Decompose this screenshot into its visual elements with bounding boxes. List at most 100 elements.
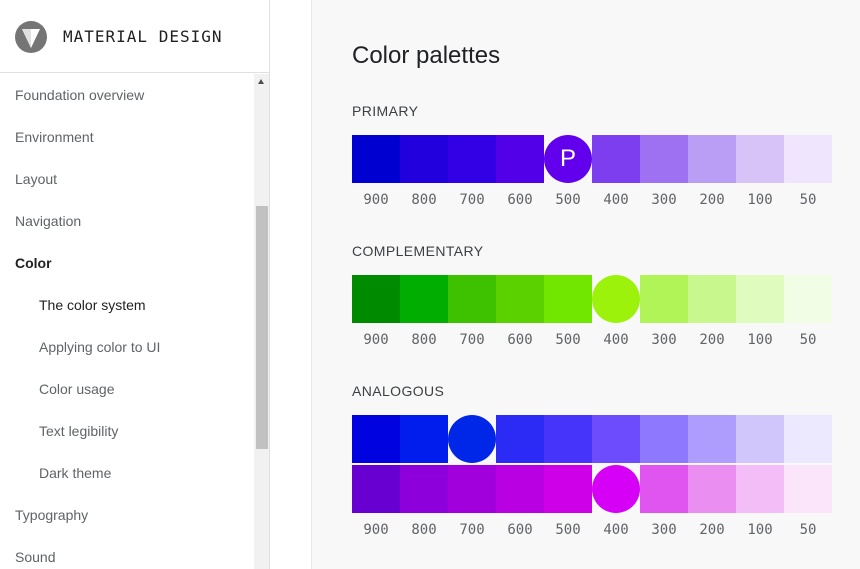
swatch-analogous-1-300[interactable] <box>640 415 688 463</box>
swatch-analogous-1-700[interactable] <box>448 415 496 463</box>
swatch-analogous-1-400[interactable] <box>592 415 640 463</box>
swatch-complementary-50[interactable] <box>784 275 832 323</box>
key-color-circle[interactable] <box>448 415 496 463</box>
palette-row-analogous-1 <box>352 415 832 463</box>
shade-label-complementary-600: 600 <box>507 332 533 348</box>
sidebar-item-color-usage[interactable]: Color usage <box>39 381 115 397</box>
shade-label-complementary-300: 300 <box>651 332 677 348</box>
swatch-complementary-100[interactable] <box>736 275 784 323</box>
swatch-primary-900[interactable] <box>352 135 400 183</box>
shade-label-primary-800: 800 <box>411 192 437 208</box>
sidebar: MATERIAL DESIGN Foundation overview Envir… <box>0 0 270 569</box>
swatch-primary-600[interactable] <box>496 135 544 183</box>
swatch-analogous-1-800[interactable] <box>400 415 448 463</box>
sidebar-item-text-legibility[interactable]: Text legibility <box>39 423 118 439</box>
swatch-primary-50[interactable] <box>784 135 832 183</box>
shade-label-complementary-200: 200 <box>699 332 725 348</box>
sidebar-item-color[interactable]: Color <box>15 255 52 271</box>
sidebar-item-the-color-system[interactable]: The color system <box>39 297 146 313</box>
shade-label-primary-400: 400 <box>603 192 629 208</box>
swatch-primary-400[interactable] <box>592 135 640 183</box>
swatch-complementary-700[interactable] <box>448 275 496 323</box>
shade-label-primary-50: 50 <box>799 192 817 208</box>
swatch-analogous-2-400[interactable] <box>592 465 640 513</box>
swatch-analogous-1-500[interactable] <box>544 415 592 463</box>
swatch-complementary-500[interactable] <box>544 275 592 323</box>
palette-row-analogous-2 <box>352 465 832 513</box>
swatch-analogous-1-100[interactable] <box>736 415 784 463</box>
scrollbar-thumb[interactable] <box>256 206 268 449</box>
sidebar-item-foundation-overview[interactable]: Foundation overview <box>15 87 144 103</box>
swatch-complementary-600[interactable] <box>496 275 544 323</box>
shade-label-primary-900: 900 <box>363 192 389 208</box>
swatch-complementary-300[interactable] <box>640 275 688 323</box>
swatch-analogous-2-300[interactable] <box>640 465 688 513</box>
shade-label-primary-700: 700 <box>459 192 485 208</box>
sidebar-item-typography[interactable]: Typography <box>15 507 88 523</box>
shade-labels-analogous: 900 800 700 600 500 400 300 200 100 50 <box>352 522 832 538</box>
swatch-analogous-2-200[interactable] <box>688 465 736 513</box>
scroll-up-arrow-icon[interactable] <box>254 74 269 90</box>
shade-label-analogous-300: 300 <box>651 522 677 538</box>
shade-labels-primary: 900 800 700 600 500 400 300 200 100 50 <box>352 192 832 208</box>
shade-label-complementary-800: 800 <box>411 332 437 348</box>
key-color-circle[interactable] <box>592 275 640 323</box>
swatch-analogous-2-800[interactable] <box>400 465 448 513</box>
swatch-analogous-1-200[interactable] <box>688 415 736 463</box>
swatch-analogous-2-700[interactable] <box>448 465 496 513</box>
swatch-analogous-1-600[interactable] <box>496 415 544 463</box>
shade-label-analogous-200: 200 <box>699 522 725 538</box>
palette-content: Color palettes PRIMARY P 900 800 700 600 500… <box>352 0 860 569</box>
shade-label-complementary-100: 100 <box>747 332 773 348</box>
swatch-analogous-2-900[interactable] <box>352 465 400 513</box>
swatch-complementary-900[interactable] <box>352 275 400 323</box>
sidebar-item-sound[interactable]: Sound <box>15 549 55 565</box>
swatch-analogous-2-600[interactable] <box>496 465 544 513</box>
swatch-primary-800[interactable] <box>400 135 448 183</box>
shade-label-analogous-500: 500 <box>555 522 581 538</box>
swatch-analogous-2-500[interactable] <box>544 465 592 513</box>
sidebar-item-applying-color-to-ui[interactable]: Applying color to UI <box>39 339 160 355</box>
sidebar-item-navigation[interactable]: Navigation <box>15 213 81 229</box>
swatch-complementary-800[interactable] <box>400 275 448 323</box>
swatch-analogous-1-900[interactable] <box>352 415 400 463</box>
shade-label-analogous-400: 400 <box>603 522 629 538</box>
brand-header[interactable]: MATERIAL DESIGN <box>0 0 269 73</box>
palette-row-complementary <box>352 275 832 323</box>
swatch-primary-500[interactable]: P <box>544 135 592 183</box>
shade-label-complementary-700: 700 <box>459 332 485 348</box>
sidebar-nav: Foundation overview Environment Layout Navi… <box>0 74 254 569</box>
shade-label-primary-200: 200 <box>699 192 725 208</box>
shade-label-analogous-50: 50 <box>799 522 817 538</box>
swatch-primary-300[interactable] <box>640 135 688 183</box>
shade-label-primary-100: 100 <box>747 192 773 208</box>
page-title: Color palettes <box>352 42 501 69</box>
shade-label-primary-500: 500 <box>555 192 581 208</box>
sidebar-item-dark-theme[interactable]: Dark theme <box>39 465 111 481</box>
sidebar-scrollbar[interactable] <box>254 74 269 569</box>
section-title-complementary: COMPLEMENTARY <box>352 243 484 259</box>
section-title-primary: PRIMARY <box>352 103 419 119</box>
key-color-circle[interactable] <box>592 465 640 513</box>
swatch-analogous-1-50[interactable] <box>784 415 832 463</box>
shade-label-analogous-700: 700 <box>459 522 485 538</box>
sidebar-item-environment[interactable]: Environment <box>15 129 94 145</box>
shade-label-analogous-900: 900 <box>363 522 389 538</box>
key-color-circle[interactable]: P <box>544 135 592 183</box>
content-gutter <box>270 0 312 569</box>
material-logo-icon[interactable] <box>15 21 47 53</box>
shade-label-complementary-500: 500 <box>555 332 581 348</box>
shade-labels-complementary: 900 800 700 600 500 400 300 200 100 50 <box>352 332 832 348</box>
swatch-analogous-2-100[interactable] <box>736 465 784 513</box>
swatch-analogous-2-50[interactable] <box>784 465 832 513</box>
brand-title[interactable]: MATERIAL DESIGN <box>63 27 223 46</box>
shade-label-analogous-800: 800 <box>411 522 437 538</box>
palette-row-primary: P <box>352 135 832 183</box>
sidebar-item-layout[interactable]: Layout <box>15 171 57 187</box>
shade-label-primary-600: 600 <box>507 192 533 208</box>
swatch-primary-200[interactable] <box>688 135 736 183</box>
swatch-primary-700[interactable] <box>448 135 496 183</box>
swatch-primary-100[interactable] <box>736 135 784 183</box>
swatch-complementary-400[interactable] <box>592 275 640 323</box>
swatch-complementary-200[interactable] <box>688 275 736 323</box>
